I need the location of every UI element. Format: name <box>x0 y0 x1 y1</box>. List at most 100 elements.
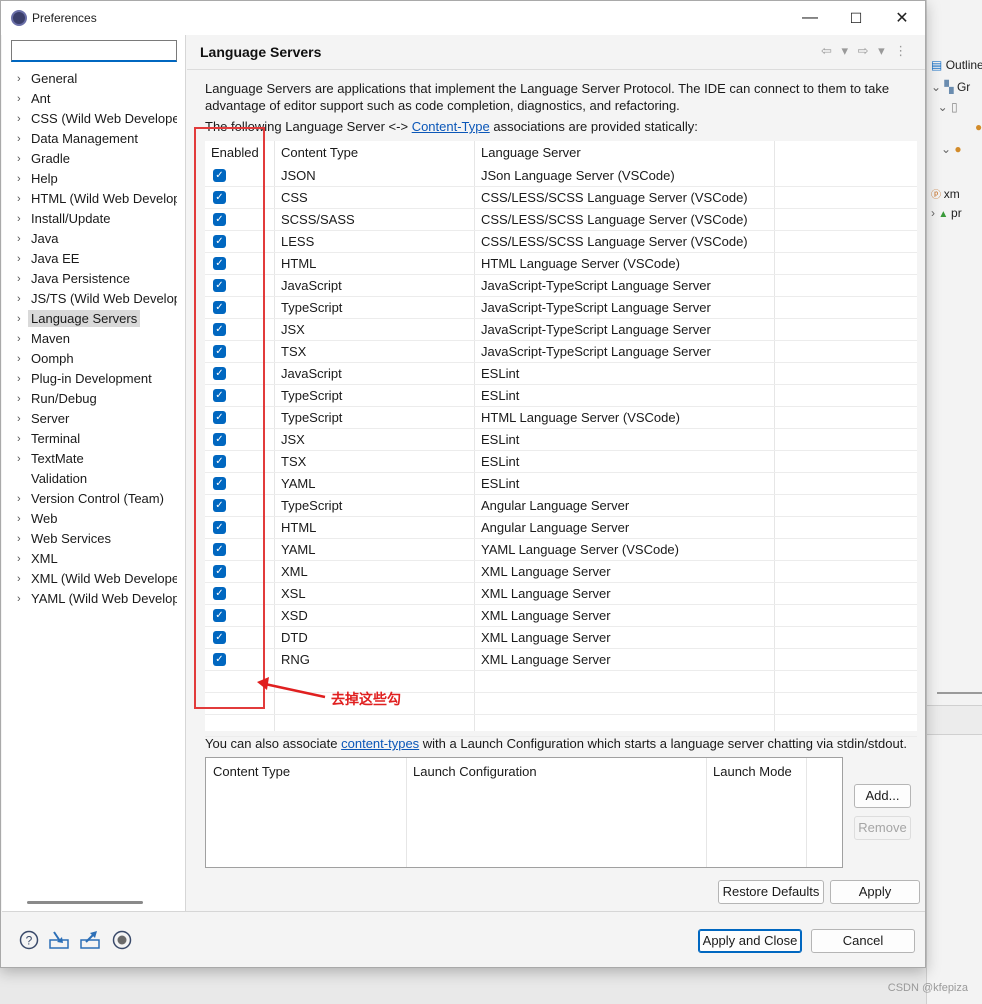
chevron-right-icon[interactable]: › <box>17 189 27 209</box>
tree-item[interactable]: › Run/Debug <box>2 389 177 409</box>
tree-item[interactable]: › YAML (Wild Web Develop <box>2 589 177 609</box>
remove-button[interactable]: Remove <box>854 816 911 840</box>
table-row[interactable]: ✓ RNG XML Language Server <box>205 649 917 671</box>
table-row[interactable]: ✓ TypeScript JavaScript-TypeScript Languag… <box>205 297 917 319</box>
chevron-right-icon[interactable]: › <box>17 389 27 409</box>
tree-item[interactable]: › Help <box>2 169 177 189</box>
table-row[interactable]: ✓ TypeScript Angular Language Server <box>205 495 917 517</box>
header-launch-mode[interactable]: Launch Mode <box>713 764 792 779</box>
tree-item[interactable]: › Oomph <box>2 349 177 369</box>
import-icon[interactable] <box>48 929 70 951</box>
tree-item[interactable]: › Java <box>2 229 177 249</box>
header-content-type[interactable]: Content Type <box>281 141 358 165</box>
outline-row[interactable]: › ▲ pr <box>931 206 962 220</box>
table-row[interactable]: ✓ HTML Angular Language Server <box>205 517 917 539</box>
table-row[interactable]: ✓ LESS CSS/LESS/SCSS Language Server (VSCo… <box>205 231 917 253</box>
tree-item[interactable]: › HTML (Wild Web Develop <box>2 189 177 209</box>
tree-item[interactable]: › CSS (Wild Web Develope <box>2 109 177 129</box>
table-row[interactable]: ✓ YAML ESLint <box>205 473 917 495</box>
chevron-right-icon[interactable]: › <box>17 409 27 429</box>
maximize-button[interactable]: ☐ <box>833 1 879 35</box>
header-content-type[interactable]: Content Type <box>213 764 290 779</box>
outline-row[interactable]: ⌄ ▯ <box>931 100 958 114</box>
chevron-right-icon[interactable]: › <box>17 149 27 169</box>
table-row[interactable]: ✓ HTML HTML Language Server (VSCode) <box>205 253 917 275</box>
tree-item[interactable]: › Install/Update <box>2 209 177 229</box>
splitter[interactable] <box>937 692 982 694</box>
chevron-right-icon[interactable]: › <box>17 549 27 569</box>
tree-item[interactable]: › XML <box>2 549 177 569</box>
header-language-server[interactable]: Language Server <box>481 141 581 165</box>
chevron-right-icon[interactable]: › <box>17 269 27 289</box>
add-button[interactable]: Add... <box>854 784 911 808</box>
chevron-right-icon[interactable]: › <box>17 229 27 249</box>
table-row[interactable]: ✓ JavaScript ESLint <box>205 363 917 385</box>
horizontal-scrollbar[interactable] <box>27 901 143 904</box>
outline-tab[interactable]: ▤ Outline <box>931 58 982 72</box>
content-type-link[interactable]: Content-Type <box>412 119 490 134</box>
close-button[interactable]: ✕ <box>879 1 925 35</box>
tree-item[interactable]: › Java Persistence <box>2 269 177 289</box>
table-row[interactable]: ✓ CSS CSS/LESS/SCSS Language Server (VSCod… <box>205 187 917 209</box>
chevron-right-icon[interactable]: › <box>17 249 27 269</box>
chevron-right-icon[interactable]: › <box>17 589 27 609</box>
outline-row[interactable]: ⌄ ● <box>931 142 962 156</box>
tree-item[interactable]: › Ant <box>2 89 177 109</box>
tree-item[interactable]: Validation <box>2 469 177 489</box>
tree-item[interactable]: › XML (Wild Web Develope <box>2 569 177 589</box>
export-icon[interactable] <box>79 929 101 951</box>
tree-item[interactable]: › Plug-in Development <box>2 369 177 389</box>
table-row[interactable]: ✓ TypeScript HTML Language Server (VSCode) <box>205 407 917 429</box>
chevron-right-icon[interactable]: › <box>17 449 27 469</box>
chevron-right-icon[interactable]: › <box>17 69 27 89</box>
chevron-right-icon[interactable]: › <box>17 89 27 109</box>
header-launch-configuration[interactable]: Launch Configuration <box>413 764 537 779</box>
filter-input[interactable] <box>11 40 177 62</box>
tree-item[interactable]: › TextMate <box>2 449 177 469</box>
chevron-right-icon[interactable]: › <box>17 369 27 389</box>
chevron-right-icon[interactable]: › <box>17 289 27 309</box>
chevron-right-icon[interactable]: › <box>17 489 27 509</box>
chevron-right-icon[interactable]: › <box>17 329 27 349</box>
tree-item[interactable]: › Maven <box>2 329 177 349</box>
chevron-right-icon[interactable]: › <box>17 309 27 329</box>
tree-item[interactable]: › Gradle <box>2 149 177 169</box>
table-row[interactable]: ✓ JSX JavaScript-TypeScript Language Serve… <box>205 319 917 341</box>
tree-item[interactable]: › Version Control (Team) <box>2 489 177 509</box>
tree-item[interactable]: › Data Management <box>2 129 177 149</box>
outline-row[interactable]: ⓟ xm <box>931 186 960 201</box>
title-bar[interactable]: Preferences — ☐ ✕ <box>1 1 925 35</box>
tree-item[interactable]: › Server <box>2 409 177 429</box>
apply-button[interactable]: Apply <box>830 880 920 904</box>
tree-item[interactable]: › JS/TS (Wild Web Develop <box>2 289 177 309</box>
table-row[interactable]: ✓ JSX ESLint <box>205 429 917 451</box>
tree-item[interactable]: › Web Services <box>2 529 177 549</box>
tree-item[interactable]: › Java EE <box>2 249 177 269</box>
minimize-button[interactable]: — <box>787 1 833 35</box>
table-row[interactable]: ✓ TypeScript ESLint <box>205 385 917 407</box>
restore-defaults-button[interactable]: Restore Defaults <box>718 880 824 904</box>
table-row[interactable]: ✓ XSD XML Language Server <box>205 605 917 627</box>
chevron-right-icon[interactable]: › <box>17 429 27 449</box>
chevron-right-icon[interactable]: › <box>17 169 27 189</box>
help-icon[interactable]: ? <box>18 929 40 951</box>
cancel-button[interactable]: Cancel <box>811 929 915 953</box>
page-navigation-arrows[interactable]: ⇦ ▾ ⇨ ▾ ⋮ <box>821 43 910 59</box>
table-row[interactable]: ✓ SCSS/SASS CSS/LESS/SCSS Language Server … <box>205 209 917 231</box>
outline-row[interactable]: ⌄ ▚ Gr <box>931 80 970 94</box>
table-row[interactable]: ✓ YAML YAML Language Server (VSCode) <box>205 539 917 561</box>
chevron-right-icon[interactable]: › <box>17 109 27 129</box>
content-types-link[interactable]: content-types <box>341 736 419 751</box>
table-row[interactable]: ✓ JSON JSon Language Server (VSCode) <box>205 165 917 187</box>
table-row[interactable]: ✓ DTD XML Language Server <box>205 627 917 649</box>
chevron-right-icon[interactable]: › <box>17 129 27 149</box>
table-row[interactable]: ✓ XML XML Language Server <box>205 561 917 583</box>
table-row[interactable] <box>205 715 917 737</box>
tree-item[interactable]: › General <box>2 69 177 89</box>
table-row[interactable]: ✓ TSX ESLint <box>205 451 917 473</box>
table-row[interactable]: ✓ JavaScript JavaScript-TypeScript Languag… <box>205 275 917 297</box>
tree-item[interactable]: › Terminal <box>2 429 177 449</box>
record-icon[interactable] <box>111 929 133 951</box>
chevron-right-icon[interactable]: › <box>17 209 27 229</box>
chevron-right-icon[interactable]: › <box>17 349 27 369</box>
